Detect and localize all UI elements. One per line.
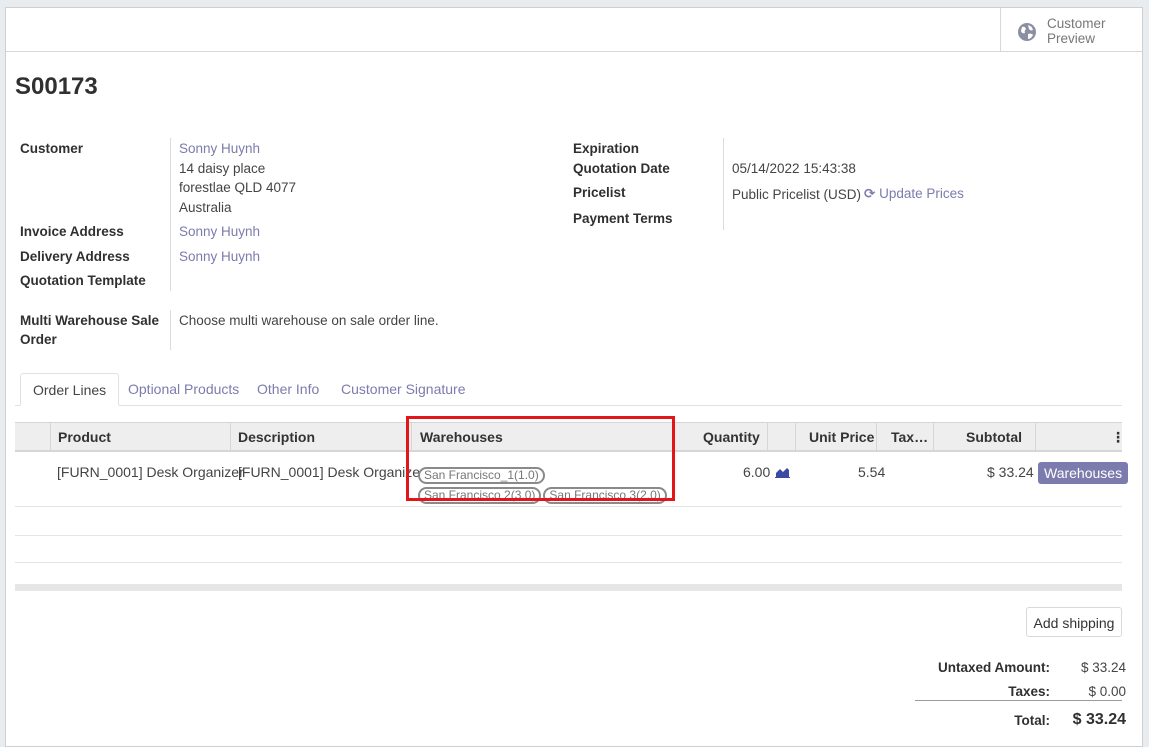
field-divider [723, 138, 724, 230]
multi-warehouse-label-1: Multi Warehouse Sale [20, 313, 160, 328]
tab-other-info[interactable]: Other Info [257, 373, 319, 405]
line-product: [FURN_0001] Desk Organizer [57, 464, 244, 480]
pricelist-value: Public Pricelist (USD) [732, 187, 862, 202]
table-row-empty[interactable] [15, 507, 1122, 536]
column-quantity[interactable]: Quantity [703, 423, 760, 451]
total-value: $ 33.24 [1072, 711, 1126, 728]
table-row-empty[interactable] [15, 536, 1122, 563]
column-separator [230, 423, 231, 451]
column-separator [876, 423, 877, 451]
line-quantity: 6.00 [743, 464, 771, 480]
warehouses-highlight-box [406, 416, 675, 501]
update-prices-button[interactable]: ⟳ Update Prices [864, 186, 964, 202]
field-divider [170, 138, 171, 291]
line-subtotal: $ 33.24 [987, 464, 1034, 480]
status-bar: Customer Preview [6, 8, 1142, 52]
untaxed-amount-value: $ 33.24 [1080, 660, 1126, 675]
pricelist-label: Pricelist [573, 185, 626, 200]
line-description: [FURN_0001] Desk Organizer [238, 464, 425, 480]
column-taxes[interactable]: Tax… [891, 423, 928, 451]
column-options-icon[interactable]: ⋮ [1111, 423, 1125, 451]
column-separator [767, 423, 768, 451]
expiration-label: Expiration [573, 141, 640, 156]
globe-icon [1018, 23, 1036, 41]
column-product[interactable]: Product [58, 423, 111, 451]
column-separator [795, 423, 796, 451]
page-title: S00173 [15, 73, 98, 100]
column-subtotal[interactable]: Subtotal [966, 423, 1022, 451]
add-shipping-button[interactable]: Add shipping [1026, 607, 1122, 637]
column-separator [933, 423, 934, 451]
notebook-tabs: Order Lines Optional Products Other Info… [15, 373, 1122, 406]
update-prices-label: Update Prices [879, 186, 964, 201]
invoice-address-label: Invoice Address [20, 224, 124, 239]
customer-preview-button[interactable]: Customer Preview [1000, 8, 1142, 51]
payment-terms-label: Payment Terms [573, 211, 673, 226]
tab-customer-signature[interactable]: Customer Signature [341, 373, 466, 405]
delivery-address-link[interactable]: Sonny Huynh [179, 249, 260, 264]
tab-optional-products[interactable]: Optional Products [128, 373, 239, 405]
multi-warehouse-value: Choose multi warehouse on sale order lin… [179, 313, 439, 328]
invoice-address-link[interactable]: Sonny Huynh [179, 224, 260, 239]
customer-preview-label: Customer Preview [1047, 16, 1106, 46]
delivery-address-label: Delivery Address [20, 249, 130, 264]
multi-warehouse-label-2: Order [20, 332, 57, 347]
table-footer [15, 584, 1122, 591]
address-line-3: Australia [179, 200, 232, 215]
column-description[interactable]: Description [238, 423, 315, 451]
customer-link[interactable]: Sonny Huynh [179, 141, 260, 156]
taxes-value: $ 0.00 [1088, 684, 1126, 699]
column-unit-price[interactable]: Unit Price [809, 423, 874, 451]
column-separator [50, 423, 51, 451]
quotation-template-label: Quotation Template [20, 273, 146, 288]
field-divider [170, 310, 171, 350]
quotation-date-value: 05/14/2022 15:43:38 [732, 161, 856, 176]
customer-label: Customer [20, 141, 84, 156]
tab-order-lines[interactable]: Order Lines [20, 373, 120, 406]
totals-divider [915, 700, 1122, 701]
line-unit-price: 5.54 [858, 464, 886, 480]
address-line-1: 14 daisy place [179, 161, 266, 176]
forecast-chart-icon[interactable] [775, 466, 790, 478]
column-separator [1035, 423, 1036, 451]
address-line-2: forestlae QLD 4077 [179, 180, 297, 195]
refresh-icon: ⟳ [864, 186, 876, 201]
quotation-date-label: Quotation Date [573, 161, 670, 176]
warehouses-button[interactable]: Warehouses [1038, 462, 1129, 484]
